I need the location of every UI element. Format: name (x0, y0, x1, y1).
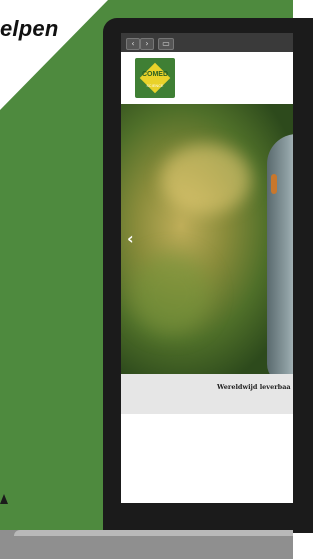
browser-toolbar: ‹ › ▭ (121, 33, 293, 52)
bird-image (267, 134, 293, 374)
headline-text: elpen (0, 16, 59, 41)
decorative-arrow (0, 494, 8, 504)
hero-bokeh-light (161, 144, 251, 214)
laptop-base-edge (14, 530, 293, 536)
sidebar-icon[interactable]: ▭ (158, 38, 174, 50)
bird-beak (271, 174, 277, 194)
back-icon[interactable]: ‹ (126, 38, 140, 50)
banner-text: Wereldwijd leverbaa (217, 383, 291, 391)
comed-logo[interactable]: COMED SCIENCE (135, 58, 175, 98)
logo-text: COMED (141, 71, 169, 78)
carousel-prev-icon[interactable]: ‹ (127, 229, 134, 248)
laptop-screen: ‹ › ▭ COMED SCIENCE ‹ Wereldwijd leverba… (121, 33, 293, 503)
hero-image: ‹ (121, 104, 293, 374)
logo-subtext: SCIENCE (146, 84, 164, 88)
hero-bokeh-green (131, 254, 211, 334)
site-header: COMED SCIENCE (121, 52, 293, 104)
logo-diamond-shape (139, 62, 171, 94)
shipping-banner: Wereldwijd leverbaa (121, 374, 293, 414)
forward-icon[interactable]: › (140, 38, 154, 50)
